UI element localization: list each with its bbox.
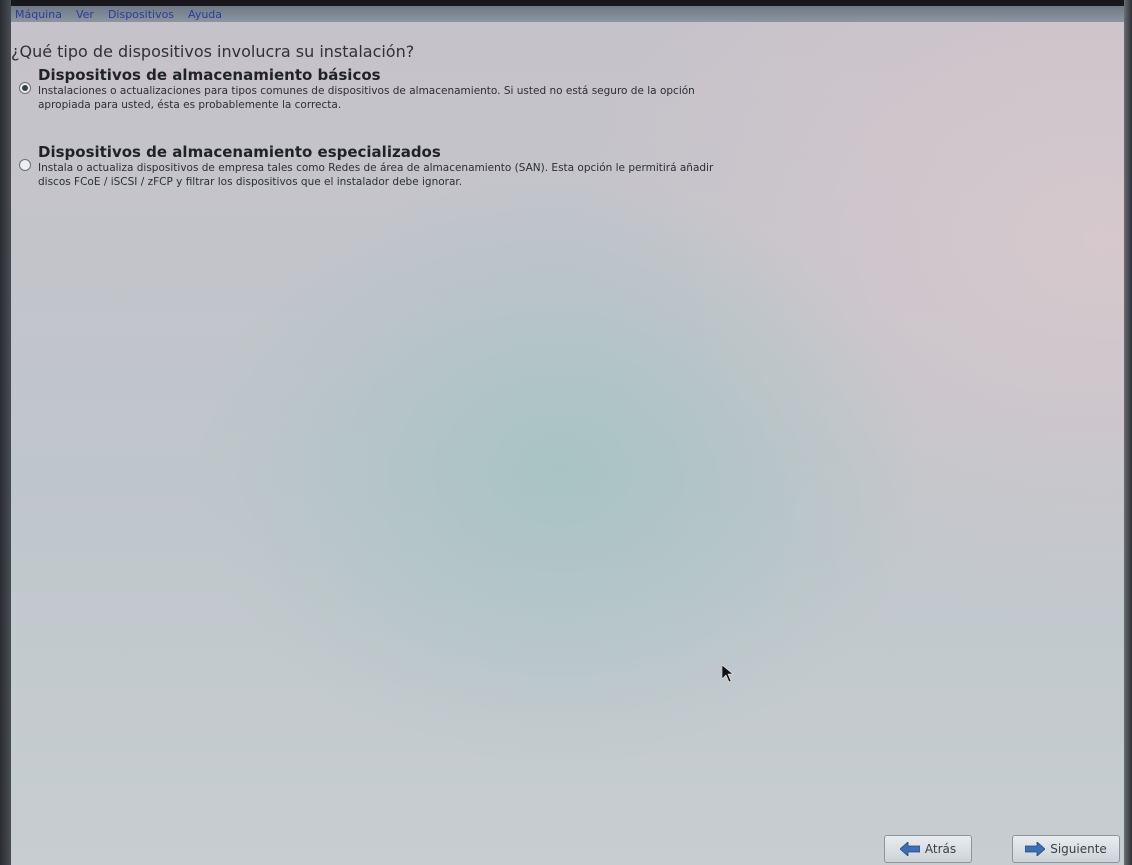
menu-dispositivos[interactable]: Dispositivos [108,8,174,21]
option-specialized-title: Dispositivos de almacenamiento especiali… [38,143,441,161]
installer-panel: ¿Qué tipo de dispositivos involucra su i… [11,22,1124,865]
page-question: ¿Qué tipo de dispositivos involucra su i… [11,42,415,61]
radio-basic-storage[interactable] [19,82,31,94]
menu-maquina[interactable]: Máquina [15,8,62,21]
menu-ayuda[interactable]: Ayuda [188,8,222,21]
right-arrow-icon [1025,842,1046,856]
monitor-frame-left [0,0,11,865]
back-button-label: Atrás [924,842,957,856]
option-basic-description: Instalaciones o actualizaciones para tip… [38,85,695,111]
vm-menubar: Máquina Ver Dispositivos Ayuda [11,6,1124,22]
option-basic-title: Dispositivos de almacenamiento básicos [38,66,381,84]
option-specialized-description: Instala o actualiza dispositivos de empr… [38,162,714,188]
mouse-pointer-icon [721,664,734,687]
navigation-buttons: Atrás Siguiente [864,831,1124,865]
menu-ver[interactable]: Ver [76,8,94,21]
monitor-frame-right [1124,0,1132,865]
next-button[interactable]: Siguiente [1012,835,1120,863]
radio-specialized-storage[interactable] [19,159,31,171]
screen: Máquina Ver Dispositivos Ayuda ¿Qué tipo… [0,0,1132,865]
left-arrow-icon [899,842,920,856]
back-button[interactable]: Atrás [884,835,972,863]
next-button-label: Siguiente [1050,842,1107,856]
